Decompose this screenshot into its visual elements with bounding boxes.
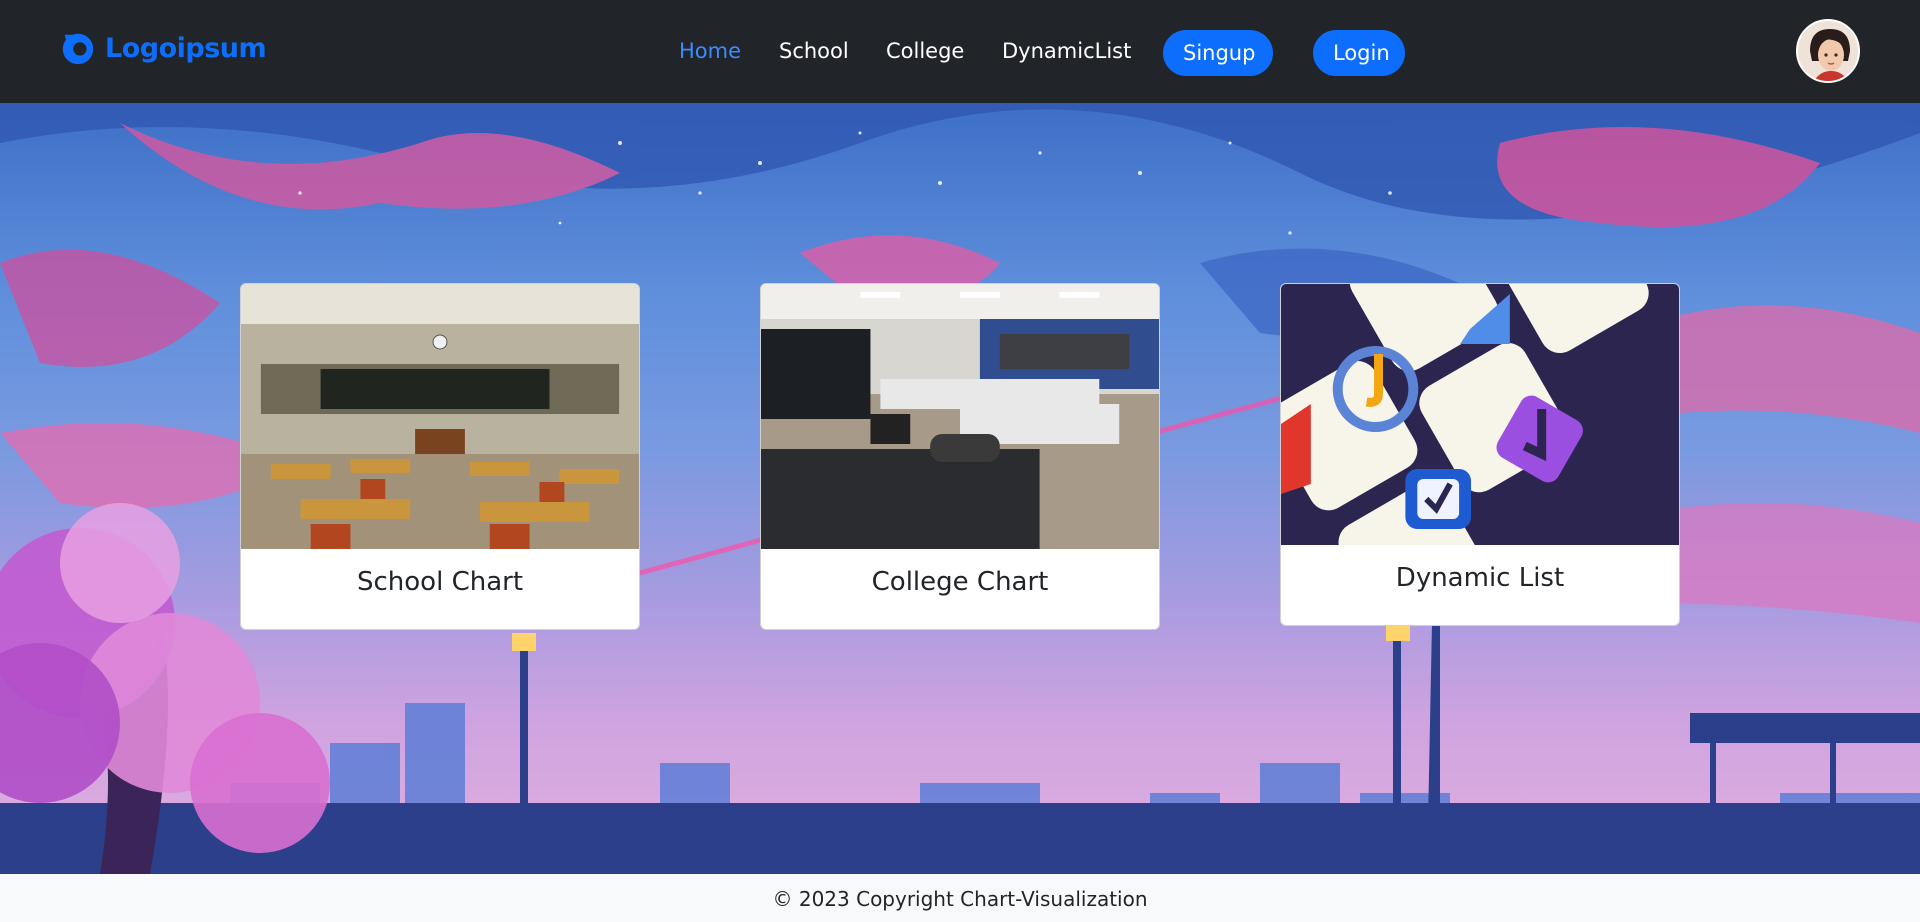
card-school-chart[interactable]: School Chart: [240, 283, 640, 630]
nav-link-school[interactable]: School: [779, 39, 849, 63]
lecture-hall-image: [761, 284, 1159, 549]
nav-links: Home School College DynamicList Singup L…: [0, 30, 1920, 76]
footer: © 2023 Copyright Chart-Visualization: [0, 874, 1920, 922]
card-title: School Chart: [356, 567, 524, 597]
nav-link-dynamiclist[interactable]: DynamicList: [1002, 39, 1131, 63]
card-title: College Chart: [871, 567, 1049, 597]
card-dynamic-list[interactable]: Dynamic List: [1280, 283, 1680, 626]
nav-link-college[interactable]: College: [886, 39, 964, 63]
card-title: Dynamic List: [1395, 563, 1565, 593]
navbar: Logoipsum Home School College DynamicLis…: [0, 0, 1920, 103]
footer-copyright: © 2023 Copyright Chart-Visualization: [772, 887, 1148, 911]
user-avatar[interactable]: [1796, 19, 1860, 83]
hero-section: School Chart College Chart Dynamic List: [0, 103, 1920, 874]
card-college-chart[interactable]: College Chart: [760, 283, 1160, 630]
nav-link-home[interactable]: Home: [679, 39, 741, 63]
login-button[interactable]: Login: [1313, 30, 1405, 76]
signup-button[interactable]: Singup: [1163, 30, 1273, 76]
checklist-icons-image: [1281, 284, 1679, 545]
classroom-image: [241, 284, 639, 549]
